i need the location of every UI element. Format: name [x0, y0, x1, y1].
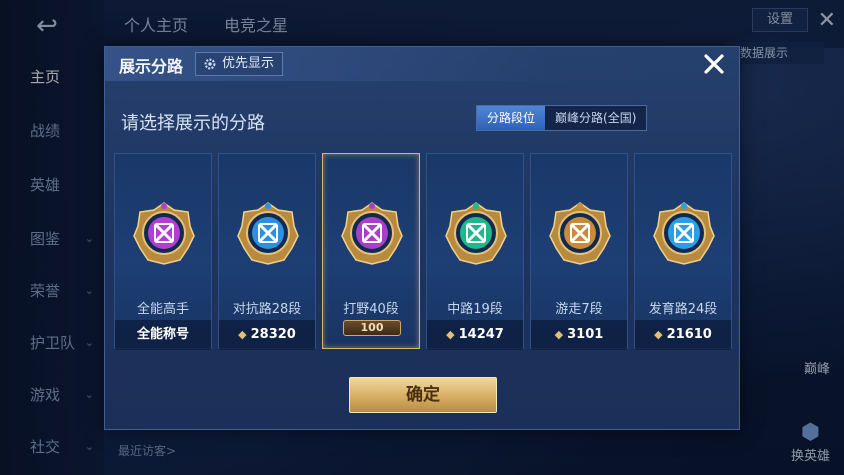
- lane-card-label: 发育路24段: [648, 302, 718, 317]
- lane-card-footer-text: 14247: [458, 327, 504, 342]
- lane-card[interactable]: 对抗路28段 ◆ 28320: [218, 153, 316, 350]
- lane-card-score: ◆ 28320: [219, 320, 315, 350]
- score-gem-icon: ◆: [446, 328, 455, 341]
- score-gem-icon: ◆: [654, 328, 663, 341]
- priority-display-label: 优先显示: [222, 56, 275, 71]
- lane-card-label: 游走7段: [555, 302, 603, 317]
- lane-card-footer-text: 21610: [666, 327, 712, 342]
- lane-card-score: ◆ 3101: [531, 320, 627, 350]
- close-icon[interactable]: [701, 51, 727, 77]
- lane-card-label: 对抗路28段: [232, 302, 302, 317]
- rank-badge-icon: [650, 200, 718, 268]
- lane-card-footer-text: 28320: [250, 327, 296, 342]
- score-gem-icon: ◆: [238, 328, 247, 341]
- priority-display-button[interactable]: 优先显示: [195, 52, 284, 76]
- lane-card-footer-text: 3101: [567, 327, 604, 342]
- rank-badge-icon: [130, 200, 198, 268]
- lane-card-score: ◆ 14247: [427, 320, 523, 350]
- rank-badge-icon: [234, 200, 302, 268]
- lane-card-label: 打野40段: [343, 302, 399, 317]
- lane-card[interactable]: 游走7段 ◆ 3101: [530, 153, 628, 350]
- star-count-plate: 100: [343, 320, 401, 336]
- rank-badge-icon: [338, 200, 406, 268]
- lane-card-label: 全能高手: [136, 302, 189, 317]
- gear-icon: [204, 58, 216, 70]
- confirm-button[interactable]: 确定: [349, 377, 497, 413]
- lane-card-footer-text: 全能称号: [136, 327, 189, 342]
- lane-mode-toggle: 分路段位 巅峰分路(全国): [476, 105, 648, 131]
- dialog-title: 展示分路: [119, 57, 184, 76]
- lane-card[interactable]: 打野40段 100: [322, 153, 420, 349]
- lane-card[interactable]: 全能高手 全能称号: [114, 153, 212, 350]
- lane-card-title: 全能称号: [115, 320, 211, 350]
- lane-display-dialog: 展示分路 优先显示 请选择展示的分路 分路段位 巅峰分路(全国) 全能高手全能称…: [104, 46, 740, 430]
- lane-card-score: ◆ 21610: [635, 320, 731, 350]
- toggle-peak-lane[interactable]: 巅峰分路(全国): [545, 106, 646, 130]
- lane-card[interactable]: 中路19段 ◆ 14247: [426, 153, 524, 350]
- rank-badge-icon: [546, 200, 614, 268]
- rank-badge-icon: [442, 200, 510, 268]
- lane-card-label: 中路19段: [447, 302, 503, 317]
- score-gem-icon: ◆: [554, 328, 564, 341]
- lane-card[interactable]: 发育路24段 ◆ 21610: [634, 153, 732, 350]
- toggle-lane-rank[interactable]: 分路段位: [477, 106, 546, 130]
- dialog-subtitle: 请选择展示的分路: [121, 113, 265, 134]
